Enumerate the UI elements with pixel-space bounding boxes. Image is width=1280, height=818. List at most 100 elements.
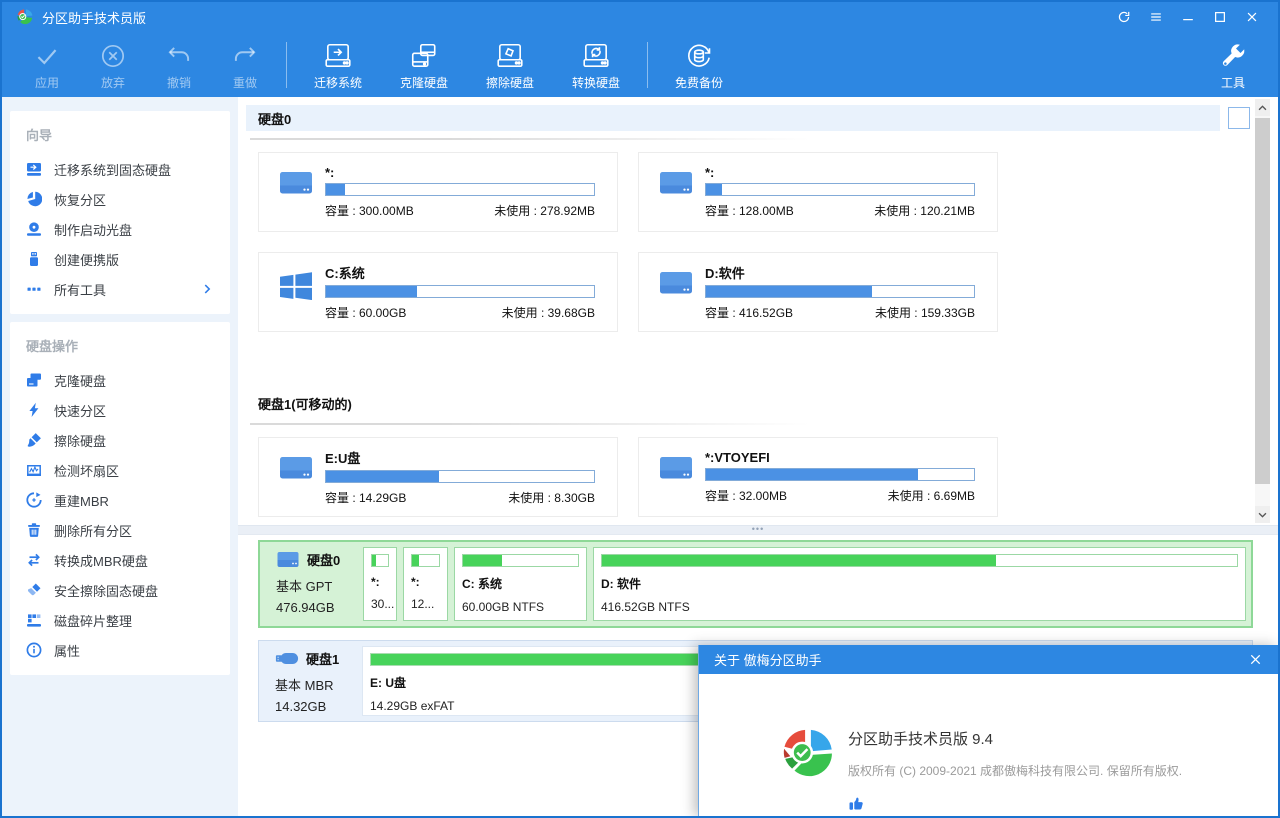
toolbar-tools-button[interactable]: 工具 bbox=[1204, 39, 1262, 91]
toolbar-redo-button[interactable]: 重做 bbox=[212, 39, 278, 91]
usage-bar-fill bbox=[326, 184, 345, 195]
section-divider bbox=[250, 423, 810, 425]
disk-icon bbox=[657, 170, 695, 200]
sidebar-section-disk-operations: 硬盘操作克隆硬盘快速分区擦除硬盘检测坏扇区重建MBR删除所有分区转换成MBR硬盘… bbox=[10, 322, 230, 675]
usage-bar bbox=[705, 468, 975, 481]
panel-splitter[interactable]: ••• bbox=[238, 525, 1278, 535]
sidebar-item-clone-disk[interactable]: 克隆硬盘 bbox=[10, 365, 230, 395]
toolbar-undo-label: 撤销 bbox=[167, 74, 191, 91]
partition-block-label: *: bbox=[371, 575, 389, 589]
bad-sector-icon bbox=[26, 462, 42, 478]
partition-block-size: 30... bbox=[371, 597, 389, 611]
disk-type: 基本 MBR bbox=[275, 675, 357, 694]
vertical-scrollbar[interactable] bbox=[1255, 99, 1270, 523]
partition-card-disk0-p2[interactable]: *:容量 : 128.00MB未使用 : 120.21MB bbox=[638, 152, 998, 232]
toolbar-clone-disk-button[interactable]: 克隆硬盘 bbox=[381, 39, 467, 91]
maximize-button[interactable] bbox=[1204, 5, 1236, 29]
capacity-text: 容量 : 32.00MB bbox=[705, 487, 787, 504]
sidebar-item-label: 恢复分区 bbox=[54, 190, 106, 209]
toolbar-tools-label: 工具 bbox=[1221, 74, 1245, 91]
sidebar-item-recover-partition[interactable]: 恢复分区 bbox=[10, 184, 230, 214]
scroll-up-button[interactable] bbox=[1255, 99, 1270, 116]
delete-partitions-icon bbox=[26, 522, 42, 538]
dialog-close-button[interactable] bbox=[1248, 652, 1263, 667]
chevron-right-icon bbox=[200, 282, 214, 296]
toolbar-wipe-disk-label: 擦除硬盘 bbox=[486, 74, 534, 91]
partition-block[interactable]: *:12... bbox=[403, 547, 448, 621]
toolbar-disk-tools: 迁移系统 克隆硬盘擦除硬盘 转换硬盘 bbox=[295, 39, 639, 91]
refresh-button[interactable] bbox=[1108, 5, 1140, 29]
disk-list: 硬盘0 *:容量 : 300.00MB未使用 : 278.92MB*:容量 : 1… bbox=[238, 97, 1278, 525]
disk-name-text: 硬盘0 bbox=[307, 550, 340, 569]
minimize-button[interactable] bbox=[1172, 5, 1204, 29]
toolbar-convert-disk-button[interactable]: 转换硬盘 bbox=[553, 39, 639, 91]
section-divider bbox=[250, 138, 810, 140]
partition-card-disk0-p1[interactable]: *:容量 : 300.00MB未使用 : 278.92MB bbox=[258, 152, 618, 232]
title-bar: 分区助手技术员版 bbox=[2, 2, 1278, 32]
sidebar-item-defragment[interactable]: 磁盘碎片整理 bbox=[10, 605, 230, 635]
usage-bar bbox=[325, 285, 595, 298]
portable-icon bbox=[26, 251, 42, 267]
partition-card-disk0-c[interactable]: C:系统容量 : 60.00GB未使用 : 39.68GB bbox=[258, 252, 618, 332]
dialog-body: 分区助手技术员版 9.4 版权所有 (C) 2009-2021 成都傲梅科技有限… bbox=[699, 674, 1278, 812]
disk-row-disk0[interactable]: 硬盘0 基本 GPT 476.94GB *: 30... *:12...C: 系统60.0… bbox=[258, 540, 1253, 628]
sidebar-item-make-boot-disc[interactable]: 制作启动光盘 bbox=[10, 214, 230, 244]
secure-erase-icon bbox=[26, 582, 42, 598]
rebuild-mbr-icon bbox=[26, 492, 42, 508]
all-tools-icon bbox=[26, 281, 42, 297]
unused-text: 未使用 : 6.69MB bbox=[888, 487, 975, 504]
toolbar-undo-button[interactable]: 撤销 bbox=[146, 39, 212, 91]
toolbar-migrate-os-button[interactable]: 迁移系统 bbox=[295, 39, 381, 91]
sidebar-item-label: 删除所有分区 bbox=[54, 521, 132, 540]
disk-name: 硬盘1 bbox=[275, 649, 357, 668]
menu-button[interactable] bbox=[1140, 5, 1172, 29]
quick-partition-icon bbox=[26, 402, 42, 418]
sidebar-item-label: 快速分区 bbox=[54, 401, 106, 420]
partition-card-disk1-e[interactable]: E:U盘容量 : 14.29GB未使用 : 8.30GB bbox=[258, 437, 618, 517]
disk-type: 基本 GPT bbox=[276, 576, 358, 595]
sidebar-item-rebuild-mbr[interactable]: 重建MBR bbox=[10, 485, 230, 515]
disk-small-icon bbox=[276, 551, 300, 568]
aomei-logo bbox=[781, 727, 835, 781]
partition-block[interactable]: *: 30... bbox=[363, 547, 397, 621]
unused-text: 未使用 : 159.33GB bbox=[875, 304, 975, 321]
sidebar-item-all-tools[interactable]: 所有工具 bbox=[10, 274, 230, 304]
sidebar-item-delete-all-partitions[interactable]: 删除所有分区 bbox=[10, 515, 230, 545]
migrate-os-icon bbox=[323, 41, 353, 71]
scrollbar-thumb[interactable] bbox=[1255, 118, 1270, 484]
disk-size: 476.94GB bbox=[276, 600, 358, 615]
sidebar-item-check-bad-sectors[interactable]: 检测坏扇区 bbox=[10, 455, 230, 485]
partition-cards: *:容量 : 300.00MB未使用 : 278.92MB*:容量 : 128.… bbox=[258, 152, 1000, 332]
toolbar-migrate-os-label: 迁移系统 bbox=[314, 74, 362, 91]
partition-card-disk0-d[interactable]: D:软件容量 : 416.52GB未使用 : 159.33GB bbox=[638, 252, 998, 332]
disk-section-header: 硬盘0 bbox=[246, 105, 1220, 131]
list-view-toggle-button[interactable] bbox=[1228, 107, 1250, 129]
sidebar-item-properties[interactable]: 属性 bbox=[10, 635, 230, 665]
partition-cards: E:U盘容量 : 14.29GB未使用 : 8.30GB*:VTOYEFI容量 … bbox=[258, 437, 1000, 517]
toolbar-apply-button[interactable]: 应用 bbox=[14, 39, 80, 91]
sidebar-item-label: 迁移系统到固态硬盘 bbox=[54, 160, 171, 179]
scroll-down-button[interactable] bbox=[1255, 506, 1270, 523]
partition-card-disk1-vtoyefi[interactable]: *:VTOYEFI容量 : 32.00MB未使用 : 6.69MB bbox=[638, 437, 998, 517]
partition-block[interactable]: D: 软件416.52GB NTFS bbox=[593, 547, 1246, 621]
migrate-ssd-icon bbox=[26, 161, 42, 177]
toolbar-free-backup-button[interactable]: 免费备份 bbox=[656, 39, 742, 91]
clone-disk-icon bbox=[409, 41, 439, 71]
close-button[interactable] bbox=[1236, 5, 1268, 29]
partition-block[interactable]: C: 系统60.00GB NTFS bbox=[454, 547, 587, 621]
sidebar-item-secure-erase-ssd[interactable]: 安全擦除固态硬盘 bbox=[10, 575, 230, 605]
minimize-icon bbox=[1181, 10, 1195, 24]
sidebar-item-quick-partition[interactable]: 快速分区 bbox=[10, 395, 230, 425]
toolbar-discard-button[interactable]: 放弃 bbox=[80, 39, 146, 91]
sidebar-item-wipe-disk[interactable]: 擦除硬盘 bbox=[10, 425, 230, 455]
undo-icon bbox=[164, 41, 194, 71]
sidebar-item-label: 创建便携版 bbox=[54, 250, 119, 269]
sidebar-item-migrate-os-to-ssd[interactable]: 迁移系统到固态硬盘 bbox=[10, 154, 230, 184]
sidebar-item-convert-to-mbr[interactable]: 转换成MBR硬盘 bbox=[10, 545, 230, 575]
menu-icon bbox=[1149, 10, 1163, 24]
usage-bar-fill bbox=[326, 286, 417, 297]
properties-icon bbox=[26, 642, 42, 658]
sidebar-item-create-portable[interactable]: 创建便携版 bbox=[10, 244, 230, 274]
partition-usage-fill bbox=[372, 555, 376, 566]
toolbar-wipe-disk-button[interactable]: 擦除硬盘 bbox=[467, 39, 553, 91]
